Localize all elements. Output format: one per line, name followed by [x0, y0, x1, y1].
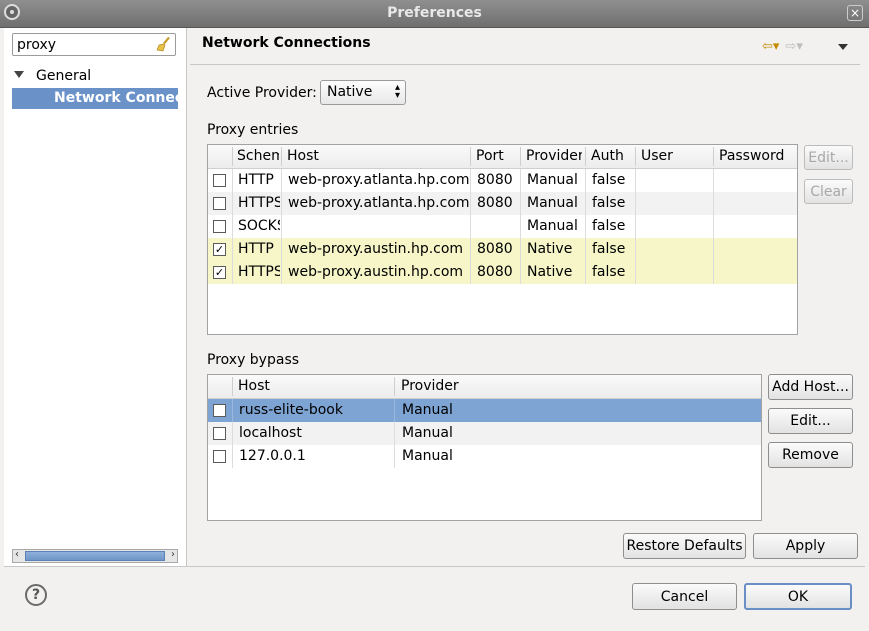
- cell-auth: false: [592, 241, 626, 257]
- cell-port: 8080: [477, 241, 513, 257]
- preferences-tree-pane: General Network Connections ‹ ›: [4, 28, 187, 566]
- updown-arrows-icon: ▴ ▾: [394, 82, 400, 101]
- proxy-entries-label: Proxy entries: [207, 122, 299, 138]
- row-checkbox[interactable]: [213, 220, 226, 233]
- cell-host: 127.0.0.1: [239, 448, 306, 464]
- cell-scheme: HTTP: [238, 241, 274, 257]
- ok-button[interactable]: OK: [744, 583, 852, 610]
- title-bar: Preferences ×: [0, 0, 869, 28]
- history-navigation: ⇦▾ ⇨▾: [762, 39, 809, 54]
- scroll-right-icon[interactable]: ›: [171, 549, 175, 560]
- tree-item-general[interactable]: General: [14, 68, 91, 84]
- table-row[interactable]: SOCKS Manual false: [208, 215, 797, 238]
- table-row[interactable]: HTTP web-proxy.atlanta.hp.com 8080 Manua…: [208, 169, 797, 192]
- edit-entry-button[interactable]: Edit...: [804, 145, 853, 170]
- page-title: Network Connections: [202, 35, 371, 51]
- cell-auth: false: [592, 195, 626, 211]
- cell-provider: Manual: [402, 448, 453, 464]
- table-row[interactable]: localhost Manual: [208, 422, 761, 445]
- help-icon[interactable]: ?: [25, 584, 47, 606]
- row-checkbox-checked[interactable]: ✓: [213, 266, 226, 279]
- column-header-user[interactable]: User: [641, 148, 673, 164]
- column-header-port[interactable]: Port: [476, 148, 504, 164]
- tree-item-network-connections[interactable]: Network Connections: [12, 88, 178, 109]
- cell-scheme: HTTPS: [238, 264, 280, 280]
- cell-scheme: HTTPS: [238, 195, 280, 211]
- window-title: Preferences: [387, 5, 482, 21]
- cell-port: 8080: [477, 264, 513, 280]
- cell-provider: Manual: [527, 218, 578, 234]
- tree-item-label: Network Connections: [54, 90, 178, 106]
- column-header-schema[interactable]: Schema: [237, 148, 279, 164]
- column-header-host[interactable]: Host: [238, 378, 270, 394]
- proxy-bypass-table[interactable]: Host Provider russ-elite-book Manual loc…: [207, 374, 762, 521]
- apply-button[interactable]: Apply: [753, 533, 858, 559]
- cell-auth: false: [592, 264, 626, 280]
- cell-port: 8080: [477, 172, 513, 188]
- footer-divider: [4, 566, 865, 567]
- filter-input[interactable]: [17, 35, 149, 54]
- column-header-provider[interactable]: Provider: [526, 148, 582, 164]
- column-header-provider[interactable]: Provider: [401, 378, 459, 394]
- cancel-button[interactable]: Cancel: [632, 583, 737, 610]
- proxy-bypass-label: Proxy bypass: [207, 352, 300, 368]
- cell-scheme: HTTP: [238, 172, 274, 188]
- table-row-selected[interactable]: russ-elite-book Manual: [208, 399, 761, 422]
- header-divider: [190, 64, 860, 65]
- column-header-password[interactable]: Password: [719, 148, 784, 164]
- cell-host: web-proxy.atlanta.hp.com: [288, 195, 470, 211]
- clear-entry-button[interactable]: Clear: [804, 179, 853, 204]
- cell-port: 8080: [477, 195, 513, 211]
- close-button[interactable]: ×: [847, 5, 863, 21]
- table-header: Host Provider: [208, 375, 761, 399]
- tree-horizontal-scrollbar[interactable]: ‹ ›: [12, 549, 178, 563]
- scroll-left-icon[interactable]: ‹: [15, 549, 19, 560]
- cell-host: localhost: [239, 425, 302, 441]
- cell-host: russ-elite-book: [239, 402, 343, 418]
- cell-provider: Manual: [402, 402, 453, 418]
- scroll-thumb[interactable]: [25, 551, 165, 561]
- cell-host: web-proxy.austin.hp.com: [288, 264, 464, 280]
- filter-field[interactable]: [12, 33, 176, 56]
- table-row[interactable]: ✓ HTTP web-proxy.austin.hp.com 8080 Nati…: [208, 238, 797, 261]
- row-checkbox[interactable]: [213, 427, 226, 440]
- table-row[interactable]: 127.0.0.1 Manual: [208, 445, 761, 468]
- active-provider-value: Native: [327, 84, 373, 100]
- column-header-host[interactable]: Host: [287, 148, 319, 164]
- table-header: Schema Host Port Provider Auth User Pass…: [208, 145, 797, 169]
- row-checkbox[interactable]: [213, 197, 226, 210]
- edit-bypass-button[interactable]: Edit...: [768, 408, 853, 434]
- row-checkbox[interactable]: [213, 450, 226, 463]
- view-menu-icon[interactable]: [838, 44, 848, 50]
- row-checkbox-checked[interactable]: ✓: [213, 243, 226, 256]
- restore-defaults-button[interactable]: Restore Defaults: [623, 533, 746, 559]
- column-header-auth[interactable]: Auth: [591, 148, 624, 164]
- row-checkbox[interactable]: [213, 404, 226, 417]
- cell-provider: Native: [527, 264, 573, 280]
- cell-provider: Native: [527, 241, 573, 257]
- row-checkbox[interactable]: [213, 174, 226, 187]
- cell-host: web-proxy.atlanta.hp.com: [288, 172, 470, 188]
- cell-host: web-proxy.austin.hp.com: [288, 241, 464, 257]
- cell-provider: Manual: [527, 172, 578, 188]
- active-provider-select[interactable]: Native ▴ ▾: [320, 80, 406, 105]
- clear-filter-icon[interactable]: [156, 36, 172, 52]
- proxy-entries-table[interactable]: Schema Host Port Provider Auth User Pass…: [207, 144, 798, 335]
- cell-scheme: SOCKS: [238, 218, 280, 234]
- cell-auth: false: [592, 172, 626, 188]
- tree-item-label: General: [36, 68, 92, 84]
- table-row[interactable]: HTTPS web-proxy.atlanta.hp.com 8080 Manu…: [208, 192, 797, 215]
- forward-arrow-icon[interactable]: ⇨▾: [785, 39, 802, 54]
- expand-arrow-icon[interactable]: [14, 71, 24, 78]
- cell-provider: Manual: [402, 425, 453, 441]
- active-provider-label: Active Provider:: [207, 85, 317, 101]
- add-host-button[interactable]: Add Host...: [768, 374, 853, 400]
- back-arrow-icon[interactable]: ⇦▾: [762, 39, 779, 54]
- cell-provider: Manual: [527, 195, 578, 211]
- cell-auth: false: [592, 218, 626, 234]
- table-row[interactable]: ✓ HTTPS web-proxy.austin.hp.com 8080 Nat…: [208, 261, 797, 284]
- remove-bypass-button[interactable]: Remove: [768, 442, 853, 468]
